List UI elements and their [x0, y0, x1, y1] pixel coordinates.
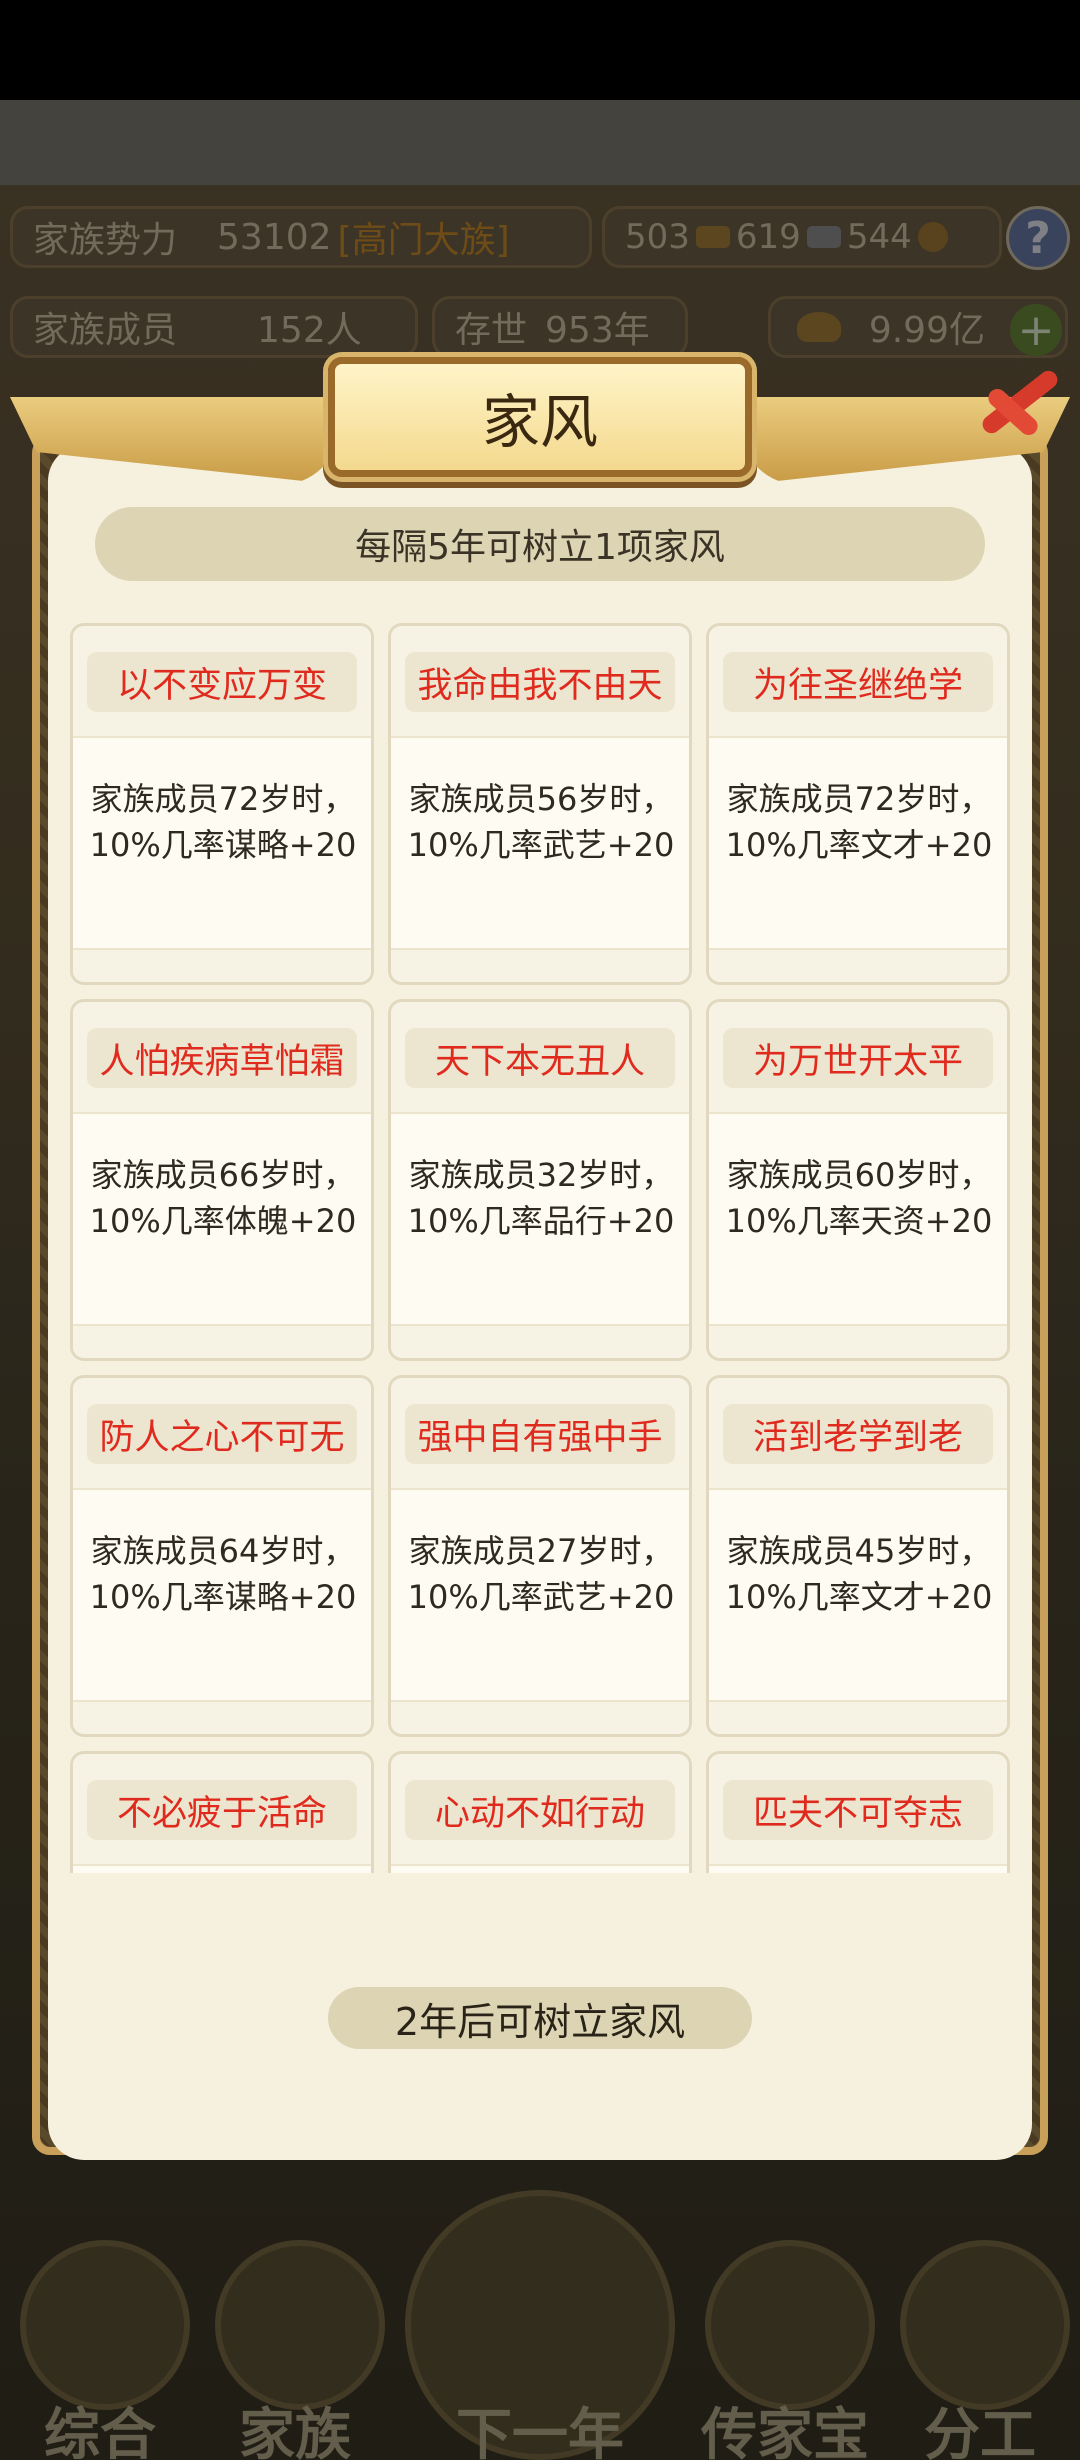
motto-card[interactable]: 不必疲于活命 [70, 1751, 374, 1873]
motto-card[interactable]: 为万世开太平 家族成员60岁时，10%几率天资+20 [706, 999, 1010, 1361]
motto-card[interactable]: 活到老学到老 家族成员45岁时，10%几率文才+20 [706, 1375, 1010, 1737]
motto-description: 家族成员56岁时，10%几率武艺+20 [407, 780, 675, 864]
cooldown-status: 2年后可树立家风 [328, 1987, 752, 2049]
motto-card[interactable]: 心动不如行动 [388, 1751, 692, 1873]
info-text: 每隔5年可树立1项家风 [355, 527, 725, 568]
motto-title: 我命由我不由天 [405, 652, 675, 712]
card-footer [73, 948, 371, 982]
card-footer [709, 1700, 1007, 1734]
status-bar [0, 0, 1080, 100]
motto-card[interactable]: 为往圣继绝学 家族成员72岁时，10%几率文才+20 [706, 623, 1010, 985]
title-plaque: 家风 [328, 357, 752, 477]
motto-card[interactable]: 强中自有强中手 家族成员27岁时，10%几率武艺+20 [388, 1375, 692, 1737]
motto-title: 为万世开太平 [723, 1028, 993, 1088]
motto-description: 家族成员45岁时，10%几率文才+20 [725, 1532, 993, 1616]
card-footer [709, 1324, 1007, 1358]
motto-title: 心动不如行动 [405, 1780, 675, 1840]
screen: 家族势力 53102 [高门大族] 503 619 544 ? 家族成员 152… [0, 0, 1080, 2460]
motto-card[interactable]: 人怕疾病草怕霜 家族成员66岁时，10%几率体魄+20 [70, 999, 374, 1361]
motto-card[interactable]: 以不变应万变 家族成员72岁时，10%几率谋略+20 [70, 623, 374, 985]
card-footer [709, 948, 1007, 982]
cooldown-text: 2年后可树立家风 [394, 1999, 686, 2044]
motto-description: 家族成员72岁时，10%几率谋略+20 [89, 780, 357, 864]
motto-description: 家族成员66岁时，10%几率体魄+20 [89, 1156, 357, 1240]
card-footer [73, 1324, 371, 1358]
motto-description: 家族成员60岁时，10%几率天资+20 [725, 1156, 993, 1240]
motto-title: 活到老学到老 [723, 1404, 993, 1464]
motto-title: 以不变应万变 [87, 652, 357, 712]
motto-title: 不必疲于活命 [87, 1780, 357, 1840]
motto-description: 家族成员27岁时，10%几率武艺+20 [407, 1532, 675, 1616]
card-footer [391, 1324, 689, 1358]
motto-description: 家族成员32岁时，10%几率品行+20 [407, 1156, 675, 1240]
motto-title: 强中自有强中手 [405, 1404, 675, 1464]
motto-title: 人怕疾病草怕霜 [87, 1028, 357, 1088]
motto-description: 家族成员72岁时，10%几率文才+20 [725, 780, 993, 864]
card-footer [391, 948, 689, 982]
motto-title: 防人之心不可无 [87, 1404, 357, 1464]
motto-grid: 以不变应万变 家族成员72岁时，10%几率谋略+20 我命由我不由天 家族成员5… [70, 623, 1030, 1873]
motto-title: 为往圣继绝学 [723, 652, 993, 712]
dialog-title: 家风 [481, 388, 598, 456]
family-motto-dialog: 家风 每隔5年可树立1项家风 以不变应万变 家族成员72岁时，10%几率谋略+2… [10, 357, 1070, 2190]
motto-title: 天下本无丑人 [405, 1028, 675, 1088]
motto-description: 家族成员64岁时，10%几率谋略+20 [89, 1532, 357, 1616]
info-bar: 每隔5年可树立1项家风 [95, 507, 985, 581]
card-footer [73, 1700, 371, 1734]
motto-card[interactable]: 匹夫不可夺志 [706, 1751, 1010, 1873]
motto-title: 匹夫不可夺志 [723, 1780, 993, 1840]
card-footer [391, 1700, 689, 1734]
close-button[interactable] [965, 345, 1065, 455]
motto-card[interactable]: 我命由我不由天 家族成员56岁时，10%几率武艺+20 [388, 623, 692, 985]
motto-card[interactable]: 天下本无丑人 家族成员32岁时，10%几率品行+20 [388, 999, 692, 1361]
motto-grid-scroll[interactable]: 以不变应万变 家族成员72岁时，10%几率谋略+20 我命由我不由天 家族成员5… [70, 623, 1030, 1873]
motto-card[interactable]: 防人之心不可无 家族成员64岁时，10%几率谋略+20 [70, 1375, 374, 1737]
